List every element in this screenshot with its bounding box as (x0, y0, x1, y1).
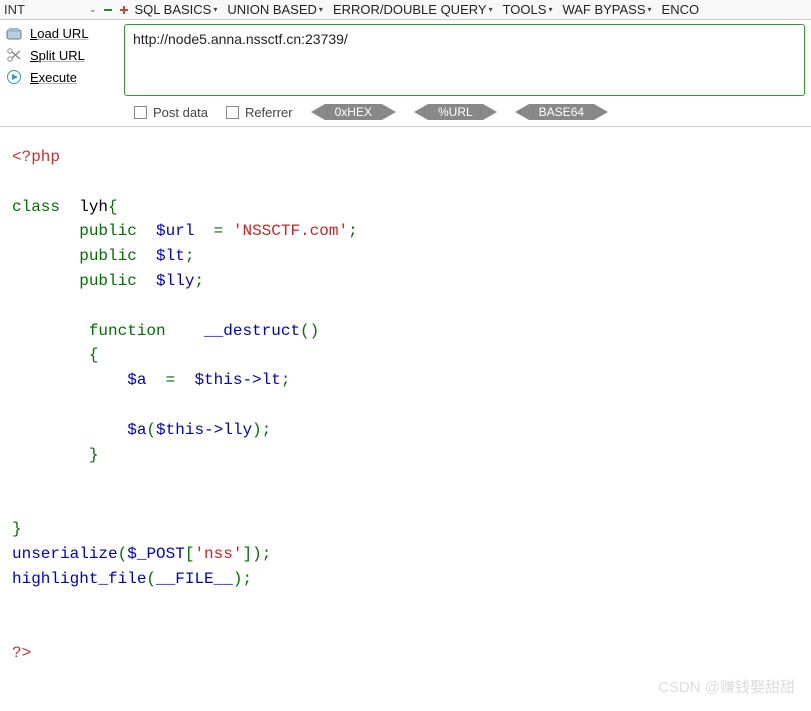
arrow-left-icon (515, 104, 529, 120)
menu-items: SQL BASICS▾ UNION BASED▾ ERROR/DOUBLE QU… (135, 2, 700, 17)
top-menu-bar: INT ⌄ SQL BASICS▾ UNION BASED▾ ERROR/DOU… (0, 0, 811, 20)
postdata-checkbox[interactable]: Post data (134, 105, 208, 120)
base64-label: BASE64 (529, 104, 594, 120)
load-url-label: Load URL (30, 26, 89, 41)
hex-label: 0xHEX (325, 104, 382, 120)
plus-icon[interactable] (119, 5, 129, 15)
arrow-left-icon (414, 104, 428, 120)
referrer-checkbox[interactable]: Referrer (226, 105, 293, 120)
menu-sql-basics[interactable]: SQL BASICS▾ (135, 2, 218, 17)
php-code-display: <?php class lyh{ public $url = 'NSSCTF.c… (0, 127, 811, 684)
minus-icon[interactable] (103, 5, 113, 15)
load-url-icon (6, 27, 22, 41)
arrow-right-icon (594, 104, 608, 120)
arrow-left-icon (311, 104, 325, 120)
split-url-label: Split URL (30, 48, 85, 63)
load-url-button[interactable]: Load URL (6, 26, 116, 41)
menu-waf-bypass[interactable]: WAF BYPASS▾ (562, 2, 651, 17)
checkbox-icon (226, 106, 239, 119)
hex-encode-button[interactable]: 0xHEX (311, 104, 396, 120)
int-type-select[interactable]: INT ⌄ (4, 2, 97, 17)
arrow-right-icon (483, 104, 497, 120)
base64-encode-button[interactable]: BASE64 (515, 104, 608, 120)
execute-label: Execute (30, 70, 77, 85)
menu-error-double[interactable]: ERROR/DOUBLE QUERY▾ (333, 2, 493, 17)
menu-encoding[interactable]: ENCO (662, 2, 700, 17)
play-icon (6, 69, 22, 85)
referrer-label: Referrer (245, 105, 293, 120)
postdata-label: Post data (153, 105, 208, 120)
int-label: INT (4, 2, 25, 17)
options-row: Post data Referrer 0xHEX %URL BASE64 (0, 98, 811, 127)
checkbox-icon (134, 106, 147, 119)
chevron-down-icon: ⌄ (89, 4, 97, 15)
url-input[interactable] (124, 24, 805, 96)
php-open-tag: <?php (12, 148, 60, 166)
php-close-tag: ?> (12, 644, 31, 662)
execute-button[interactable]: Execute (6, 69, 116, 85)
url-input-row: Load URL Split URL Execute (0, 20, 811, 98)
menu-tools[interactable]: TOOLS▾ (503, 2, 553, 17)
watermark: CSDN @赚钱娶甜甜 (658, 676, 795, 697)
url-encode-button[interactable]: %URL (414, 104, 497, 120)
arrow-right-icon (382, 104, 396, 120)
side-actions: Load URL Split URL Execute (6, 24, 116, 85)
menu-union-based[interactable]: UNION BASED▾ (227, 2, 323, 17)
urlenc-label: %URL (428, 104, 483, 120)
scissors-icon (6, 47, 22, 63)
split-url-button[interactable]: Split URL (6, 47, 116, 63)
